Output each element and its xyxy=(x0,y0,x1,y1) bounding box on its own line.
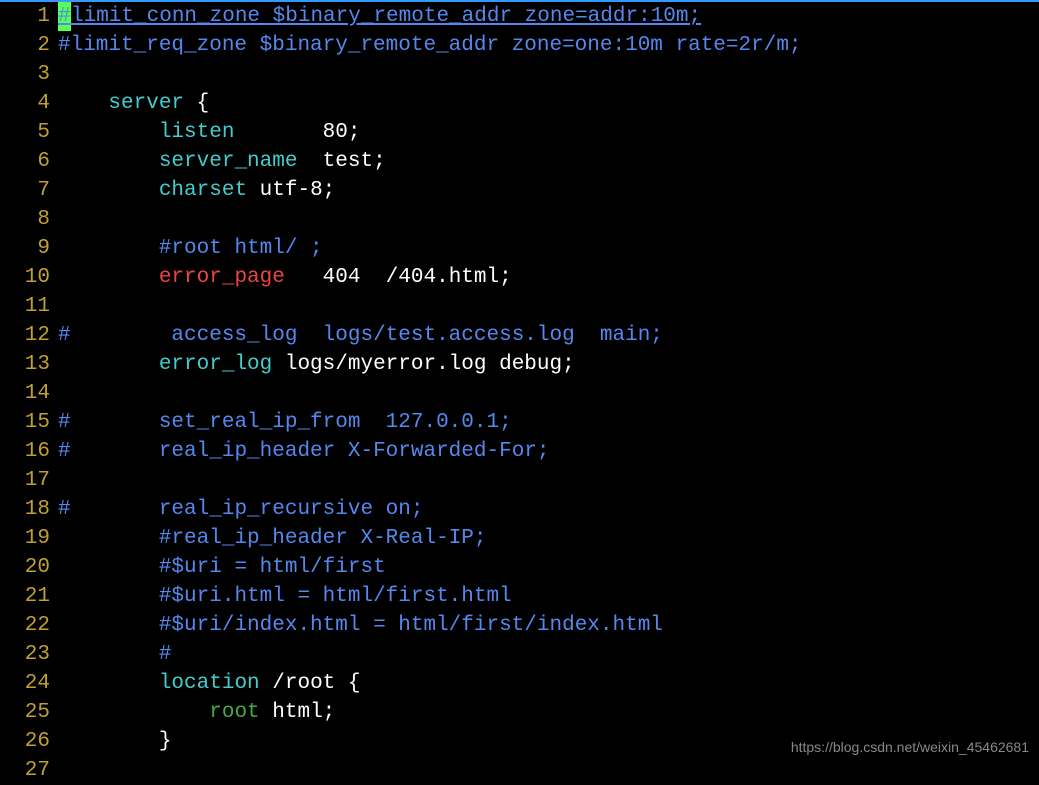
code-line[interactable] xyxy=(58,379,1039,408)
code-line[interactable]: error_log logs/myerror.log debug; xyxy=(58,350,1039,379)
code-line[interactable]: charset utf-8; xyxy=(58,176,1039,205)
line-number: 12 xyxy=(0,321,50,350)
code-line[interactable] xyxy=(58,205,1039,234)
line-number: 11 xyxy=(0,292,50,321)
code-line[interactable] xyxy=(58,466,1039,495)
line-number-gutter: 1 2 3 4 5 6 7 8 9 10 11 12 13 14 15 16 1… xyxy=(0,2,58,785)
line-number: 14 xyxy=(0,379,50,408)
code-line[interactable]: #$uri = html/first xyxy=(58,553,1039,582)
code-line[interactable]: #real_ip_header X-Real-IP; xyxy=(58,524,1039,553)
line-number: 7 xyxy=(0,176,50,205)
code-line[interactable]: server { xyxy=(58,89,1039,118)
line-number: 16 xyxy=(0,437,50,466)
line-number: 26 xyxy=(0,727,50,756)
code-content[interactable]: #limit_conn_zone $binary_remote_addr zon… xyxy=(58,2,1039,785)
line-number: 8 xyxy=(0,205,50,234)
line-number: 9 xyxy=(0,234,50,263)
line-number: 27 xyxy=(0,756,50,785)
line-number: 2 xyxy=(0,31,50,60)
line-number: 18 xyxy=(0,495,50,524)
code-line[interactable]: #limit_req_zone $binary_remote_addr zone… xyxy=(58,31,1039,60)
cursor: # xyxy=(58,2,71,31)
code-line[interactable]: root html; xyxy=(58,698,1039,727)
code-line[interactable]: # access_log logs/test.access.log main; xyxy=(58,321,1039,350)
code-editor[interactable]: 1 2 3 4 5 6 7 8 9 10 11 12 13 14 15 16 1… xyxy=(0,2,1039,785)
line-number: 21 xyxy=(0,582,50,611)
line-number: 25 xyxy=(0,698,50,727)
line-number: 10 xyxy=(0,263,50,292)
code-line[interactable]: #$uri.html = html/first.html xyxy=(58,582,1039,611)
line-number: 3 xyxy=(0,60,50,89)
code-line[interactable]: #root html/ ; xyxy=(58,234,1039,263)
line-number: 1 xyxy=(0,2,50,31)
line-number: 22 xyxy=(0,611,50,640)
code-line[interactable]: location /root { xyxy=(58,669,1039,698)
code-line[interactable]: #$uri/index.html = html/first/index.html xyxy=(58,611,1039,640)
code-line[interactable] xyxy=(58,60,1039,89)
line-number: 23 xyxy=(0,640,50,669)
code-line[interactable]: error_page 404 /404.html; xyxy=(58,263,1039,292)
line-number: 15 xyxy=(0,408,50,437)
line-number: 4 xyxy=(0,89,50,118)
code-line[interactable] xyxy=(58,292,1039,321)
watermark: https://blog.csdn.net/weixin_45462681 xyxy=(791,733,1029,762)
line-number: 5 xyxy=(0,118,50,147)
line-number: 6 xyxy=(0,147,50,176)
code-line[interactable]: # xyxy=(58,640,1039,669)
line-number: 19 xyxy=(0,524,50,553)
code-line[interactable]: # real_ip_header X-Forwarded-For; xyxy=(58,437,1039,466)
code-line[interactable]: # set_real_ip_from 127.0.0.1; xyxy=(58,408,1039,437)
code-line[interactable]: # real_ip_recursive on; xyxy=(58,495,1039,524)
code-line[interactable]: #limit_conn_zone $binary_remote_addr zon… xyxy=(58,2,1039,31)
line-number: 17 xyxy=(0,466,50,495)
line-number: 24 xyxy=(0,669,50,698)
code-line[interactable]: listen 80; xyxy=(58,118,1039,147)
line-number: 20 xyxy=(0,553,50,582)
line-number: 13 xyxy=(0,350,50,379)
code-line[interactable]: server_name test; xyxy=(58,147,1039,176)
